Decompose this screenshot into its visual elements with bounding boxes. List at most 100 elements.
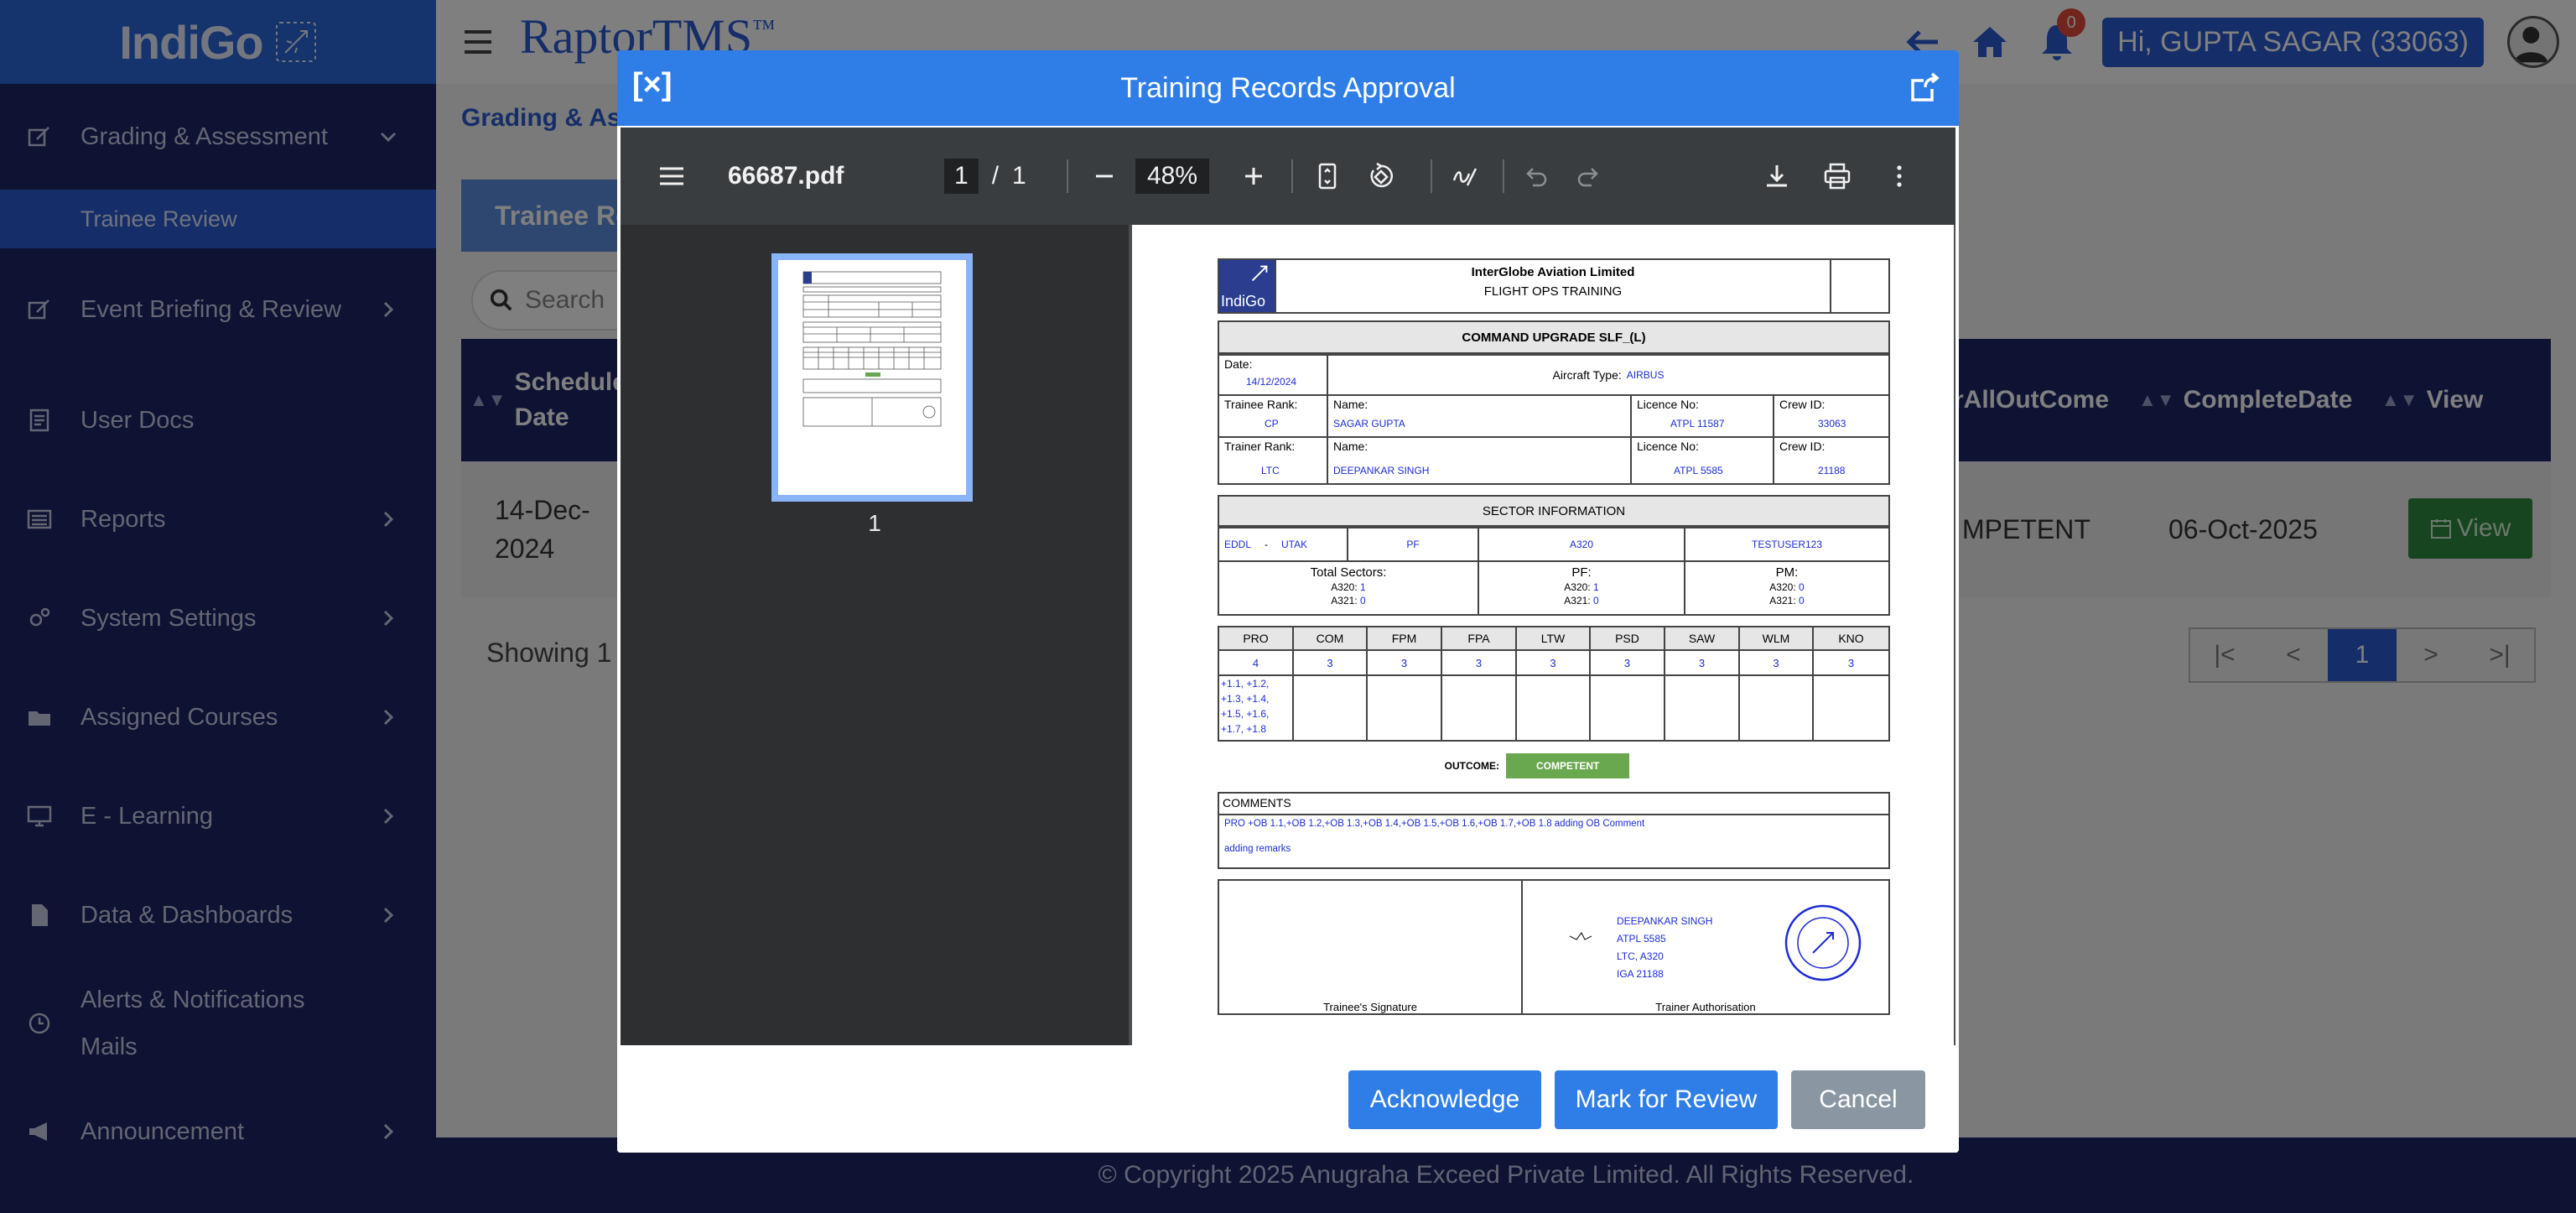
redo-button[interactable]	[1575, 128, 1603, 225]
pdf-viewer: 66687.pdf 1 / 1 48% 1 IndiGo InterGlobe …	[621, 128, 1955, 1045]
toolbar-divider	[1291, 159, 1293, 193]
more-vertical-icon	[1897, 165, 1902, 187]
signature-box: Trainee's Signature DEEPANKAR SINGH ATPL…	[1218, 879, 1890, 1015]
cancel-button[interactable]: Cancel	[1791, 1070, 1925, 1129]
org-name: InterGlobe Aviation Limited	[1471, 265, 1635, 279]
zoom-in-button[interactable]	[1239, 128, 1268, 225]
sector-aircraft: A320	[1479, 528, 1685, 560]
competency-score: 3	[1740, 651, 1814, 676]
competency-score: 3	[1665, 651, 1740, 676]
print-button[interactable]	[1823, 128, 1852, 225]
trainer-row: Trainer Rank: LTC Name: DEEPANKAR SINGH …	[1218, 436, 1890, 485]
competency-ob-cell	[1368, 676, 1442, 740]
competency-ob-cell	[1294, 676, 1368, 740]
sector-title: SECTOR INFORMATION	[1218, 495, 1890, 527]
page-thumbnail-preview	[802, 271, 942, 427]
aircraft-cell: Aircraft Type: AIRBUS	[1552, 368, 1665, 382]
download-button[interactable]	[1763, 128, 1791, 225]
more-options-button[interactable]	[1885, 128, 1914, 225]
trainee-crew-cell: Crew ID: 33063	[1779, 398, 1846, 429]
print-icon	[1824, 163, 1851, 190]
sector-role: PF	[1348, 528, 1479, 560]
indigo-logo: IndiGo	[1219, 260, 1275, 312]
ob-line: +1.1, +1.2,	[1221, 678, 1270, 690]
comment-line-1: PRO +OB 1.1,+OB 1.2,+OB 1.3,+OB 1.4,+OB …	[1224, 819, 1645, 829]
competency-ob-cell	[1814, 676, 1888, 740]
competency-header: COM	[1294, 627, 1368, 651]
dept-name: FLIGHT OPS TRAINING	[1483, 284, 1623, 299]
doc-header: IndiGo InterGlobe Aviation Limited FLIGH…	[1218, 258, 1890, 314]
modal-footer: Acknowledge Mark for Review Cancel	[617, 1045, 1959, 1153]
plus-icon	[1245, 168, 1262, 185]
competency-grid: PRO 4 +1.1, +1.2, +1.3, +1.4, +1.5, +1.6, +1.…	[1218, 626, 1890, 742]
trainee-row: Trainee Rank: CP Name: SAGAR GUPTA Licen…	[1218, 394, 1890, 438]
trainer-rank-cell: Trainer Rank: LTC	[1219, 438, 1328, 483]
company-seal	[1784, 904, 1862, 981]
modal-header: Training Records Approval [×]	[617, 50, 1959, 126]
thumbnail-pane: 1	[621, 225, 1129, 1045]
sector-totals-row: Total Sectors: A320: 1 A321: 0 PF: A320:…	[1218, 560, 1890, 616]
sector-row: EDDL - UTAK PF A320 TESTUSER123	[1218, 527, 1890, 562]
competency-ob-cell	[1591, 676, 1665, 740]
competency-score: 3	[1442, 651, 1517, 676]
date-aircraft-row: Date: 14/12/2024 Aircraft Type: AIRBUS	[1218, 354, 1890, 396]
competency-header: KNO	[1814, 627, 1888, 651]
trainee-licence-cell: Licence No: ATPL 11587	[1632, 396, 1774, 436]
ob-line: +1.7, +1.8	[1221, 723, 1267, 735]
pdf-page-area: IndiGo InterGlobe Aviation Limited FLIGH…	[1129, 225, 1955, 1045]
trainer-stamp-text: DEEPANKAR SINGH ATPL 5585 LTC, A320 IGA …	[1617, 915, 1713, 980]
total-sectors-cell: Total Sectors: A320: 1 A321: 0	[1219, 562, 1479, 614]
rotate-icon	[1370, 162, 1394, 188]
competency-header: WLM	[1740, 627, 1814, 651]
outcome-row: OUTCOME: COMPETENT	[1218, 752, 1890, 780]
modal-close-button[interactable]: [×]	[632, 67, 673, 103]
competency-header: FPM	[1368, 627, 1442, 651]
ob-line: +1.3, +1.4,	[1221, 693, 1270, 705]
acknowledge-button[interactable]: Acknowledge	[1348, 1070, 1541, 1129]
comments-label: COMMENTS	[1219, 794, 1888, 815]
sector-route: EDDL - UTAK	[1219, 528, 1348, 560]
comments-box: COMMENTS PRO +OB 1.1,+OB 1.2,+OB 1.3,+OB…	[1218, 792, 1890, 869]
competency-ob-cell: +1.1, +1.2, +1.3, +1.4, +1.5, +1.6, +1.7, +…	[1219, 676, 1294, 740]
thumbnail-page-number: 1	[868, 510, 881, 536]
redo-icon	[1577, 168, 1598, 187]
zoom-out-button[interactable]	[1090, 128, 1119, 225]
zoom-level[interactable]: 48%	[1135, 128, 1210, 225]
pdf-toolbar: 66687.pdf 1 / 1 48%	[621, 128, 1955, 225]
pf-cell: PF: A320: 1 A321: 0	[1479, 562, 1685, 614]
fit-page-button[interactable]	[1313, 128, 1342, 225]
competency-ob-cell	[1442, 676, 1517, 740]
undo-button[interactable]	[1521, 128, 1550, 225]
outcome-label: OUTCOME:	[1444, 760, 1499, 772]
page-indicator: 1 / 1	[944, 128, 1026, 225]
page-thumbnail[interactable]	[771, 253, 973, 502]
competency-ob-cell	[1740, 676, 1814, 740]
page-total: 1	[1012, 162, 1026, 190]
trainee-signature-cell: Trainee's Signature	[1219, 881, 1523, 1013]
competency-header: SAW	[1665, 627, 1740, 651]
page-separator: /	[991, 162, 1000, 190]
pdf-filename: 66687.pdf	[728, 162, 844, 190]
training-records-modal: Training Records Approval [×] 66687.pdf …	[617, 50, 1959, 1153]
toolbar-divider	[1067, 159, 1068, 193]
trainee-rank-cell: Trainee Rank: CP	[1219, 396, 1328, 436]
draw-icon	[1452, 168, 1478, 186]
trainee-name-cell: Name: SAGAR GUPTA	[1328, 396, 1632, 436]
download-icon	[1767, 165, 1787, 187]
competency-header: PSD	[1591, 627, 1665, 651]
pdf-menu-button[interactable]	[657, 128, 686, 225]
annotate-button[interactable]	[1451, 128, 1479, 225]
competency-score: 3	[1591, 651, 1665, 676]
competency-score: 3	[1814, 651, 1888, 676]
page-number-input[interactable]: 1	[944, 159, 979, 194]
competency-header: PRO	[1219, 627, 1294, 651]
competency-header: FPA	[1442, 627, 1517, 651]
mark-for-review-button[interactable]: Mark for Review	[1555, 1070, 1778, 1129]
outcome-badge: COMPETENT	[1505, 753, 1630, 778]
open-external-icon[interactable]	[1909, 72, 1940, 104]
hamburger-menu-icon	[660, 167, 683, 185]
comment-line-2: adding remarks	[1224, 844, 1291, 854]
rotate-button[interactable]	[1367, 128, 1395, 225]
fit-page-icon	[1318, 163, 1337, 190]
toolbar-divider	[1431, 159, 1432, 193]
